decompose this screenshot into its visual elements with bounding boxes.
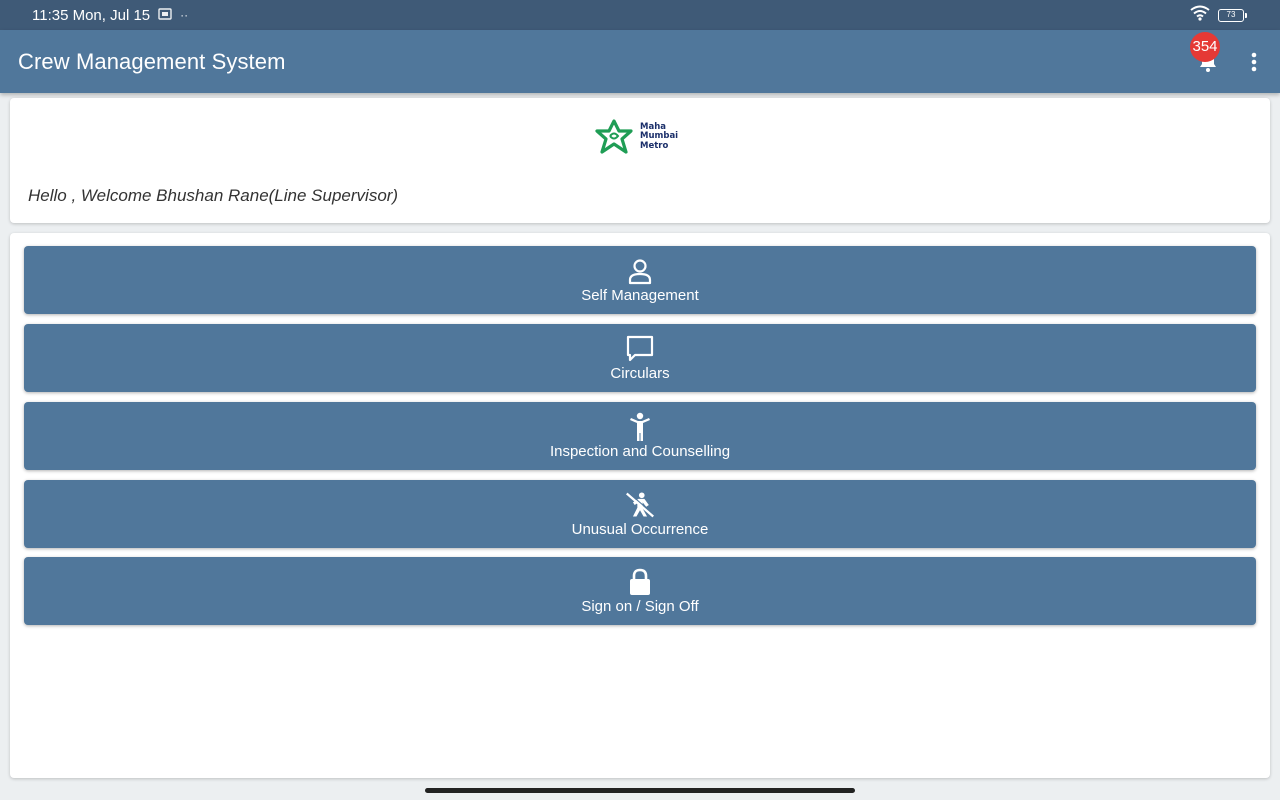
logo-line-3: Metro bbox=[640, 140, 669, 151]
inspection-counselling-button[interactable]: Inspection and Counselling bbox=[24, 402, 1256, 470]
status-dots: ·· bbox=[180, 8, 189, 22]
unusual-occurrence-label: Unusual Occurrence bbox=[571, 521, 709, 538]
more-vert-icon bbox=[1251, 52, 1257, 71]
status-right: 73 bbox=[1190, 5, 1247, 25]
more-options-button[interactable] bbox=[1246, 50, 1262, 74]
self-management-button[interactable]: Self Management bbox=[24, 246, 1256, 314]
sim-icon bbox=[158, 7, 172, 23]
notification-badge: 354 bbox=[1190, 31, 1220, 62]
wifi-icon bbox=[1190, 5, 1210, 25]
status-time: 11:35 Mon, Jul 15 bbox=[32, 6, 151, 24]
maha-mumbai-metro-logo: Maha Mumbai Metro bbox=[594, 119, 678, 155]
logo-text: Maha Mumbai Metro bbox=[640, 122, 678, 152]
gesture-nav-handle[interactable] bbox=[425, 788, 855, 793]
inspection-counselling-label: Inspection and Counselling bbox=[549, 443, 731, 460]
unusual-occurrence-button[interactable]: Unusual Occurrence bbox=[24, 480, 1256, 548]
metro-star-icon bbox=[595, 119, 633, 154]
self-management-label: Self Management bbox=[581, 287, 699, 304]
welcome-message: Hello , Welcome Bhushan Rane(Line Superv… bbox=[28, 186, 399, 205]
app-actions: 354 bbox=[1190, 31, 1262, 74]
app-title: Crew Management System bbox=[18, 48, 286, 74]
lock-icon bbox=[625, 567, 655, 597]
chat-bubble-icon bbox=[625, 334, 655, 364]
circulars-button[interactable]: Circulars bbox=[24, 324, 1256, 392]
app-bar: Crew Management System 354 bbox=[0, 30, 1280, 93]
circulars-label: Circulars bbox=[610, 365, 670, 382]
notifications-button[interactable]: 354 bbox=[1190, 31, 1220, 74]
battery-icon: 73 bbox=[1218, 8, 1247, 22]
person-icon bbox=[625, 256, 655, 286]
status-bar: 11:35 Mon, Jul 15 ·· 73 bbox=[0, 0, 1280, 30]
child-figure-icon bbox=[625, 412, 655, 442]
status-left: 11:35 Mon, Jul 15 ·· bbox=[32, 7, 188, 24]
sign-on-off-button[interactable]: Sign on / Sign Off bbox=[24, 557, 1256, 625]
no-entry-figure-icon bbox=[625, 490, 655, 520]
sign-on-off-label: Sign on / Sign Off bbox=[581, 598, 699, 615]
